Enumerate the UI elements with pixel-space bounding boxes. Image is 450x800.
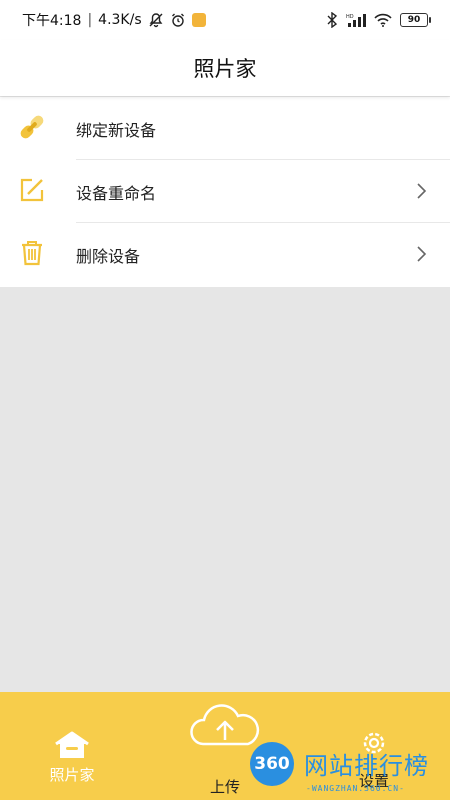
menu-item-label: 设备重命名 <box>76 183 157 203</box>
watermark-title: 网站排行榜 <box>304 752 429 780</box>
device-menu: 绑定新设备 设备重命名 删除设备 <box>0 97 450 287</box>
svg-text:HD: HD <box>346 14 354 20</box>
mute-icon <box>148 12 164 28</box>
title-bar: 照片家 <box>0 40 450 96</box>
status-time: 下午4:18 <box>22 13 82 29</box>
menu-item-delete-device[interactable]: 删除设备 <box>0 223 450 286</box>
watermark: 360 网站排行榜 -WANGZHAN.360.CN- <box>246 738 450 800</box>
battery-icon: 90 <box>400 13 431 27</box>
edit-icon <box>16 174 48 206</box>
tab-home[interactable]: 照片家 <box>40 730 104 785</box>
tab-label: 上传 <box>209 778 240 796</box>
trash-icon <box>16 237 48 269</box>
status-left: 下午4:18 | 4.3K/s <box>22 10 206 30</box>
bluetooth-icon <box>326 12 338 28</box>
menu-item-label: 删除设备 <box>76 246 141 266</box>
chevron-right-icon <box>414 245 428 263</box>
alarm-icon <box>170 12 186 28</box>
hd-signal-icon: HD <box>346 12 366 28</box>
app-notification-icon <box>191 13 206 27</box>
status-separator: | <box>87 12 93 28</box>
wifi-icon <box>374 13 392 27</box>
link-icon <box>16 111 48 143</box>
watermark-subtitle: -WANGZHAN.360.CN- <box>306 784 405 793</box>
tab-label: 照片家 <box>49 766 95 784</box>
status-bar: 下午4:18 | 4.3K/s HD 90 <box>0 0 450 40</box>
status-right: HD 90 <box>326 12 431 28</box>
status-net-speed: 4.3K/s <box>98 12 142 28</box>
menu-item-rename-device[interactable]: 设备重命名 <box>0 160 450 223</box>
menu-item-bind-device[interactable]: 绑定新设备 <box>0 97 450 160</box>
battery-level: 90 <box>407 15 421 25</box>
watermark-badge: 360 <box>250 742 294 786</box>
menu-item-label: 绑定新设备 <box>76 120 157 140</box>
home-icon <box>52 730 92 764</box>
chevron-right-icon <box>414 182 428 200</box>
page-title: 照片家 <box>193 57 257 81</box>
